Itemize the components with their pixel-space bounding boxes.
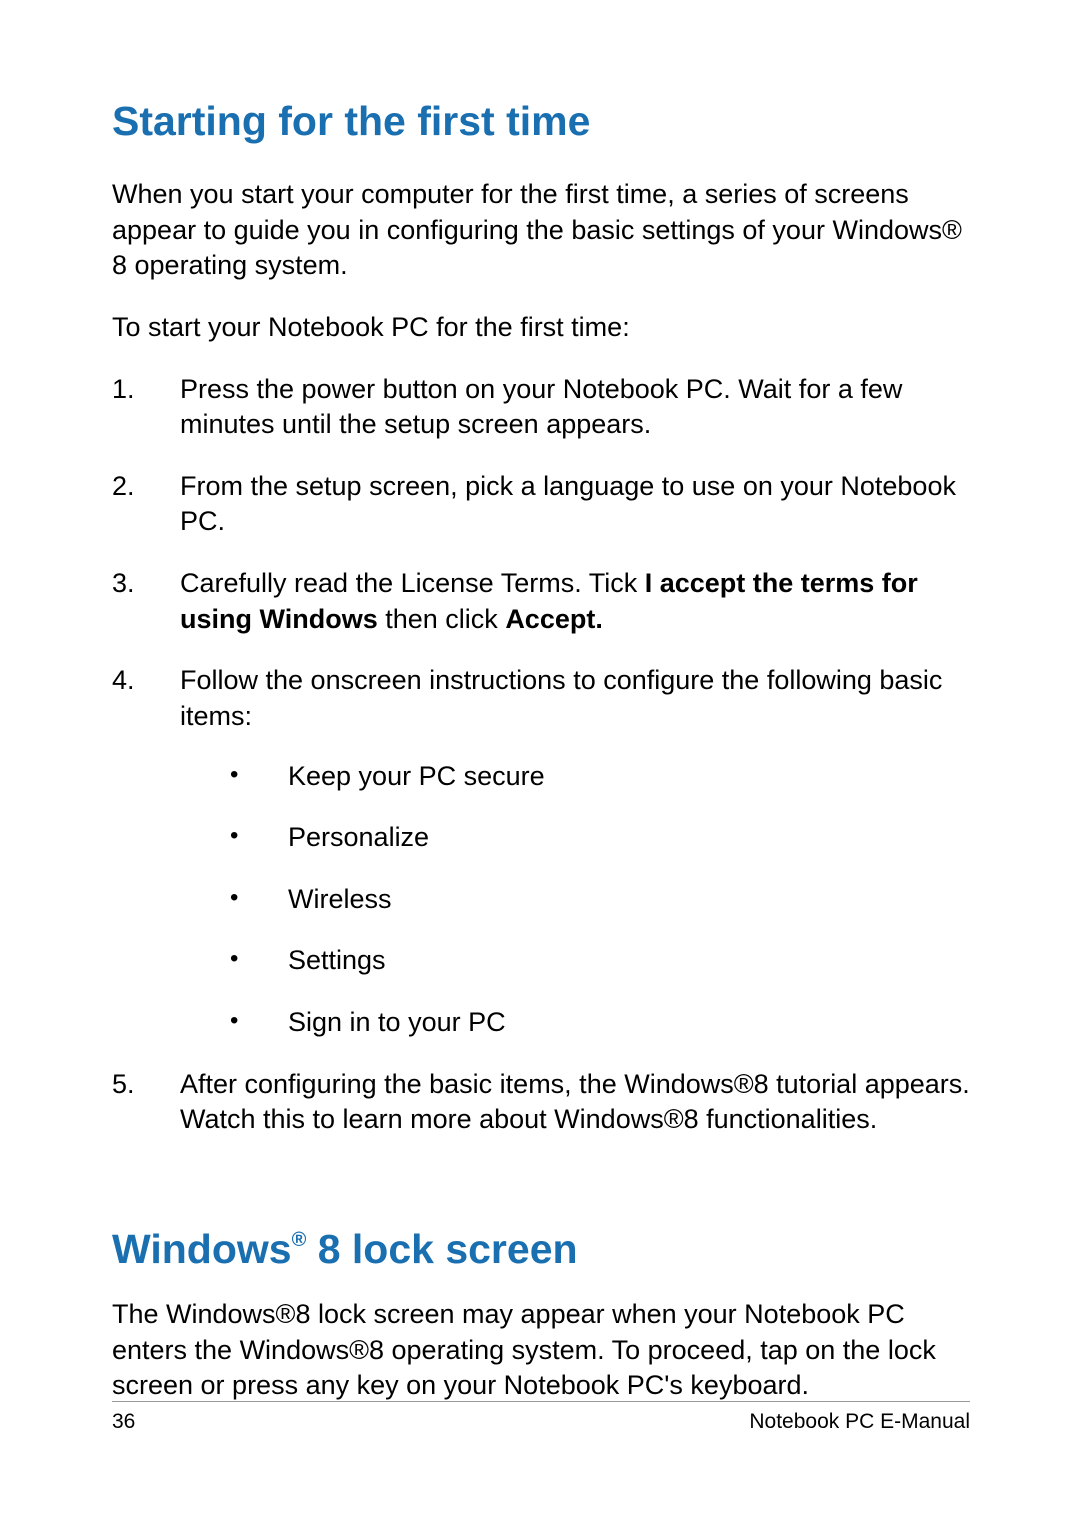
numbered-steps: Press the power button on your Notebook … <box>112 372 970 1138</box>
step-text: After configuring the basic items, the W… <box>180 1069 970 1135</box>
intro-paragraph: When you start your computer for the fir… <box>112 177 970 284</box>
heading-part: 8 lock screen <box>306 1226 577 1272</box>
bullet-item: Personalize <box>230 820 970 856</box>
page-footer: 36 Notebook PC E-Manual <box>112 1401 970 1434</box>
bullet-item: Keep your PC secure <box>230 759 970 795</box>
lock-screen-paragraph: The Windows®8 lock screen may appear whe… <box>112 1297 970 1404</box>
registered-symbol: ® <box>292 1229 307 1251</box>
lead-in-paragraph: To start your Notebook PC for the first … <box>112 310 970 346</box>
bullet-item: Settings <box>230 943 970 979</box>
step-1: Press the power button on your Notebook … <box>112 372 970 443</box>
bullet-item: Wireless <box>230 882 970 918</box>
step-5: After configuring the basic items, the W… <box>112 1067 970 1138</box>
bullet-item: Sign in to your PC <box>230 1005 970 1041</box>
manual-title: Notebook PC E-Manual <box>749 1410 970 1434</box>
section-heading-1: Starting for the first time <box>112 98 970 145</box>
step-text: Carefully read the License Terms. Tick <box>180 568 645 598</box>
section-heading-2: Windows® 8 lock screen <box>112 1226 970 1273</box>
page-number: 36 <box>112 1410 135 1434</box>
bold-text: Accept. <box>505 604 603 634</box>
step-text: then click <box>378 604 506 634</box>
step-3: Carefully read the License Terms. Tick I… <box>112 566 970 637</box>
sub-bullets: Keep your PC secure Personalize Wireless… <box>180 759 970 1041</box>
step-2: From the setup screen, pick a language t… <box>112 469 970 540</box>
step-4: Follow the onscreen instructions to conf… <box>112 663 970 1040</box>
step-text: Press the power button on your Notebook … <box>180 374 902 440</box>
heading-part: Windows <box>112 1226 292 1272</box>
step-text: From the setup screen, pick a language t… <box>180 471 956 537</box>
step-text: Follow the onscreen instructions to conf… <box>180 665 942 731</box>
